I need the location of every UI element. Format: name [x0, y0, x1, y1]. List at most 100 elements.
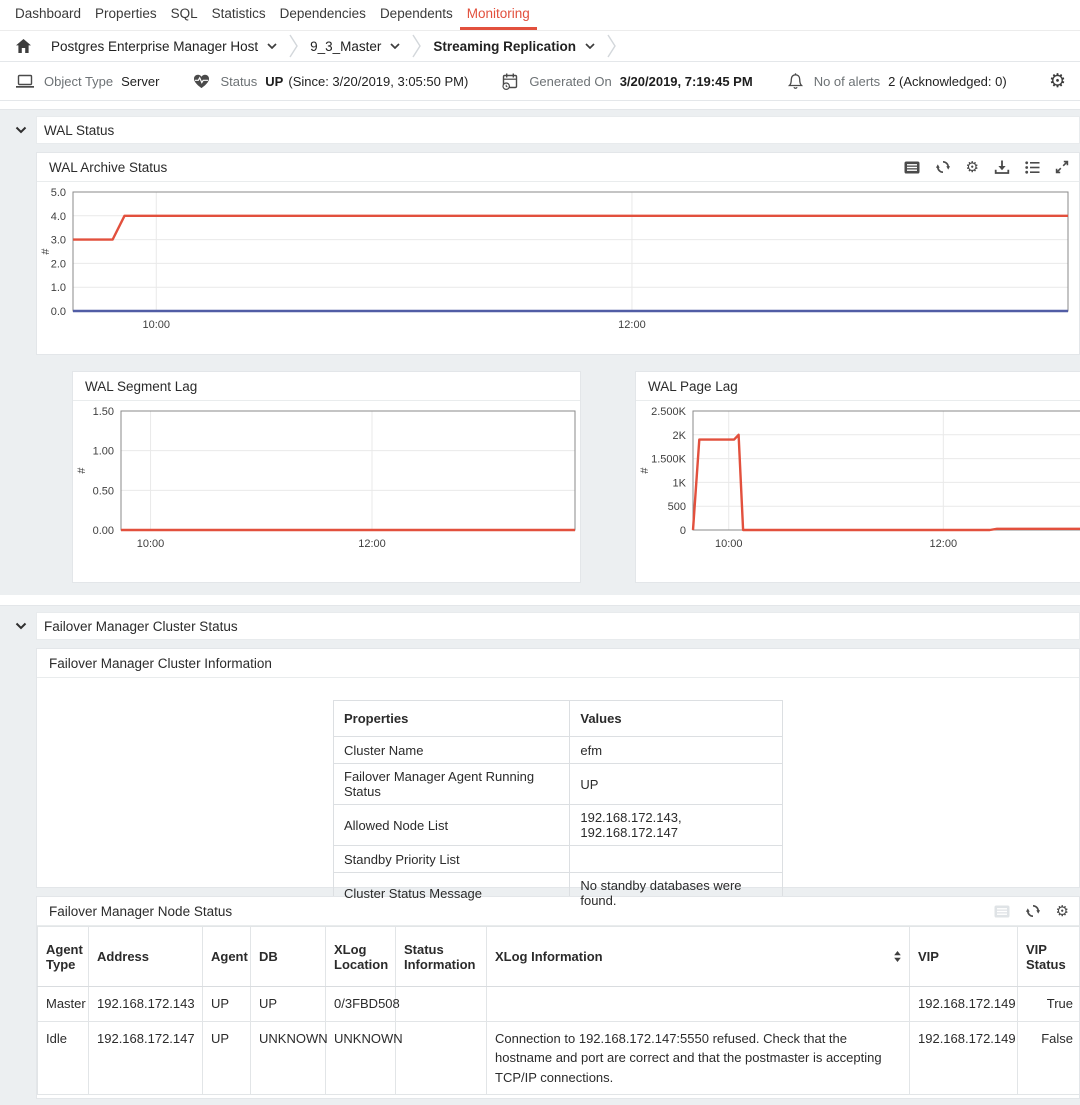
column-header: Agent: [203, 927, 251, 987]
table-cell: UP: [203, 1021, 251, 1095]
alerts-group: No of alerts 2 (Acknowledged: 0): [787, 73, 1007, 90]
svg-text:1K: 1K: [673, 477, 687, 489]
svg-text:3.0: 3.0: [51, 235, 66, 247]
wal-status-header[interactable]: WAL Status: [36, 116, 1080, 144]
heartbeat-icon: [193, 74, 210, 89]
table-cell: 192.168.172.149: [910, 987, 1018, 1022]
column-header: Properties: [334, 701, 570, 737]
list-icon[interactable]: [1025, 161, 1040, 174]
wal-page-chart: 05001K1.500K2K2.500K10:0012:00#: [636, 401, 1080, 561]
legend-icon[interactable]: [904, 161, 920, 174]
settings-gear-icon[interactable]: ⚙: [1056, 904, 1069, 919]
table-row: Failover Manager Agent Running Status UP: [334, 764, 783, 805]
wal-archive-panel: WAL Archive Status ⚙ 0.0: [36, 152, 1080, 355]
svg-text:1.0: 1.0: [51, 282, 66, 294]
tab-monitoring[interactable]: Monitoring: [460, 0, 537, 30]
svg-text:2.0: 2.0: [51, 258, 66, 270]
bell-icon: [787, 73, 804, 90]
column-header-sortable[interactable]: XLog Information: [487, 927, 910, 987]
svg-text:#: #: [76, 467, 88, 474]
refresh-icon[interactable]: [935, 159, 951, 175]
table-cell: UP: [203, 987, 251, 1022]
wal-page-panel: WAL Page Lag 05001K1.500K2K2.500K10:0012…: [635, 371, 1080, 583]
section-chevron-icon[interactable]: [15, 622, 27, 630]
wal-status-section: WAL Status WAL Archive Status ⚙: [0, 109, 1080, 595]
object-type-label: Object Type: [44, 74, 113, 89]
panel-title: Failover Manager Cluster Information: [49, 656, 272, 671]
section-chevron-icon[interactable]: [15, 126, 27, 134]
column-header: XLog Location: [326, 927, 396, 987]
tab-dashboard[interactable]: Dashboard: [8, 0, 88, 30]
table-cell: [396, 987, 487, 1022]
table-row: Allowed Node List 192.168.172.143, 192.1…: [334, 805, 783, 846]
panel-title: WAL Page Lag: [648, 379, 738, 394]
table-row: Master 192.168.172.143 UP UP 0/3FBD508 1…: [38, 987, 1080, 1022]
breadcrumb-item-dashboard[interactable]: Streaming Replication: [433, 39, 595, 54]
status-since: (Since: 3/20/2019, 3:05:50 PM): [288, 74, 468, 89]
breadcrumb-separator-icon: [412, 34, 421, 58]
table-cell: 0/3FBD508: [326, 987, 396, 1022]
expand-icon[interactable]: [1055, 160, 1069, 174]
wal-archive-chart: 0.01.02.03.04.05.010:0012:00#: [37, 182, 1079, 348]
panel-title: WAL Archive Status: [49, 160, 167, 175]
chevron-down-icon[interactable]: [267, 43, 277, 49]
node-status-panel: Failover Manager Node Status ⚙ Agent Typ…: [36, 896, 1080, 1099]
generated-label: Generated On: [529, 74, 611, 89]
tab-dependencies[interactable]: Dependencies: [273, 0, 373, 30]
refresh-icon[interactable]: [1025, 903, 1041, 919]
tab-sql[interactable]: SQL: [164, 0, 205, 30]
breadcrumb-separator-icon: [607, 34, 616, 58]
table-header-row: Agent Type Address Agent DB XLog Locatio…: [38, 927, 1080, 987]
column-header: Values: [570, 701, 783, 737]
svg-text:1.500K: 1.500K: [651, 454, 687, 466]
breadcrumb-item-host[interactable]: Postgres Enterprise Manager Host: [51, 39, 277, 54]
table-cell: [487, 987, 910, 1022]
table-cell: UP: [570, 764, 783, 805]
svg-text:#: #: [639, 467, 651, 474]
panel-title: Failover Manager Node Status: [49, 904, 232, 919]
failover-status-header[interactable]: Failover Manager Cluster Status: [36, 612, 1080, 640]
table-cell: UNKNOWN: [326, 1021, 396, 1095]
column-header-label: XLog Information: [495, 949, 890, 964]
tab-properties[interactable]: Properties: [88, 0, 164, 30]
table-header-row: Properties Values: [334, 701, 783, 737]
breadcrumb-item-server[interactable]: 9_3_Master: [310, 39, 400, 54]
table-row: Idle 192.168.172.147 UP UNKNOWN UNKNOWN …: [38, 1021, 1080, 1095]
home-icon[interactable]: [16, 39, 31, 53]
column-header: VIP Status: [1018, 927, 1080, 987]
column-header: VIP: [910, 927, 1018, 987]
wal-segment-panel: WAL Segment Lag 0.000.501.001.5010:0012:…: [72, 371, 581, 583]
breadcrumb-separator-icon: [289, 34, 298, 58]
download-icon[interactable]: [994, 159, 1010, 175]
chevron-down-icon[interactable]: [585, 43, 595, 49]
laptop-icon: [16, 74, 34, 89]
table-cell: Standby Priority List: [334, 846, 570, 873]
cluster-info-table: Properties Values Cluster Name efm Failo…: [333, 700, 783, 914]
table-cell: 192.168.172.143, 192.168.172.147: [570, 805, 783, 846]
table-cell: 192.168.172.143: [89, 987, 203, 1022]
breadcrumb-label: Streaming Replication: [433, 39, 576, 54]
table-cell: True: [1018, 987, 1080, 1022]
table-cell: Failover Manager Agent Running Status: [334, 764, 570, 805]
chevron-down-icon[interactable]: [390, 43, 400, 49]
generated-value: 3/20/2019, 7:19:45 PM: [620, 74, 753, 89]
sort-icon[interactable]: [894, 951, 901, 962]
svg-text:#: #: [40, 248, 52, 255]
tab-statistics[interactable]: Statistics: [205, 0, 273, 30]
table-cell: efm: [570, 737, 783, 764]
svg-text:0.00: 0.00: [93, 525, 114, 537]
settings-gear-icon[interactable]: ⚙: [1049, 72, 1066, 91]
tab-dependents[interactable]: Dependents: [373, 0, 460, 30]
generated-group: Generated On 3/20/2019, 7:19:45 PM: [502, 73, 752, 90]
svg-text:2K: 2K: [673, 430, 687, 442]
failover-section: Failover Manager Cluster Status Failover…: [0, 605, 1080, 1105]
svg-text:12:00: 12:00: [930, 538, 958, 550]
alerts-value: 2 (Acknowledged: 0): [888, 74, 1007, 89]
status-bar: Object Type Server Status UP (Since: 3/2…: [0, 62, 1080, 101]
legend-icon-disabled: [994, 905, 1010, 918]
column-header: Agent Type: [38, 927, 89, 987]
svg-text:10:00: 10:00: [137, 538, 165, 550]
status-group: Status UP (Since: 3/20/2019, 3:05:50 PM): [193, 74, 468, 89]
alerts-label: No of alerts: [814, 74, 880, 89]
settings-gear-icon[interactable]: ⚙: [966, 160, 979, 175]
